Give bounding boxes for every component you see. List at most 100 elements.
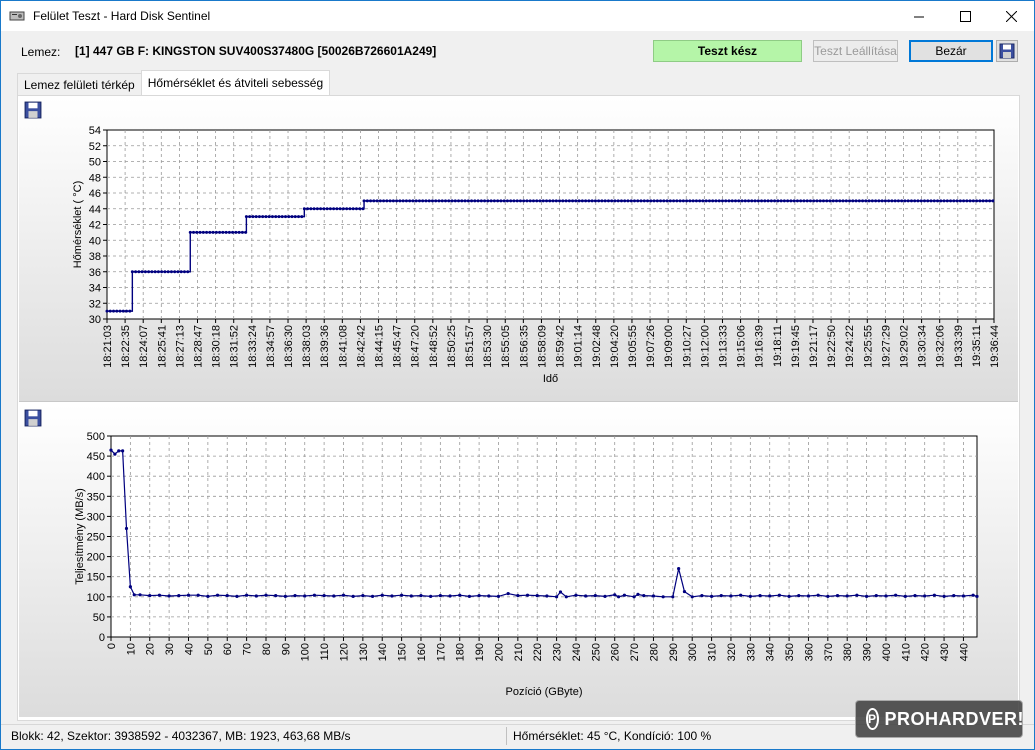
temperature-point: [118, 309, 122, 313]
close-dialog-button[interactable]: Bezár: [909, 40, 993, 62]
temperature-point: [782, 199, 786, 203]
performance-point: [128, 585, 132, 589]
temperature-point: [701, 199, 705, 203]
temperature-point: [473, 199, 477, 203]
temperature-point: [841, 199, 845, 203]
temperature-point: [492, 199, 496, 203]
performance-point: [806, 594, 811, 598]
performance-point: [419, 593, 423, 598]
temperature-point: [675, 199, 679, 203]
close-button[interactable]: [988, 1, 1034, 31]
temperature-point: [838, 199, 842, 203]
temperature-point: [499, 199, 503, 203]
temperature-point: [678, 199, 682, 203]
temperature-point: [558, 199, 562, 203]
temperature-point: [629, 199, 633, 203]
performance-point: [303, 594, 307, 598]
temperature-point: [737, 199, 741, 203]
temperature-point: [130, 270, 134, 274]
temperature-point: [662, 199, 666, 203]
performance-point: [109, 448, 113, 452]
temperature-point: [939, 199, 943, 203]
maximize-button[interactable]: [942, 1, 988, 31]
temperature-point: [623, 199, 627, 203]
temperature-point: [309, 207, 313, 211]
x-tick-label: 400: [881, 643, 893, 661]
x-tick-label: 18:30:18: [211, 325, 223, 368]
temperature-point: [747, 199, 751, 203]
x-tick-label: 10: [125, 643, 137, 655]
status-temp-condition: Hőmérséklet: 45 °C, Kondíció: 100 %: [513, 729, 712, 743]
performance-point: [758, 593, 762, 598]
temperature-point: [169, 270, 173, 274]
performance-point: [535, 593, 539, 598]
temperature-point: [227, 230, 231, 234]
performance-point: [797, 593, 801, 598]
temperature-point: [919, 199, 923, 203]
performance-point: [913, 593, 917, 598]
y-tick-label: 32: [89, 298, 101, 310]
temperature-point: [707, 199, 711, 203]
temperature-point: [515, 199, 519, 203]
performance-point: [254, 594, 258, 598]
temperature-point: [593, 199, 597, 203]
x-tick-label: 18:56:35: [518, 325, 530, 368]
temperature-point: [877, 199, 881, 203]
temperature-chart: 30 32 34 36 38 40 42 44 46 48 50 52 54 18:21:03 18:22:…: [72, 125, 1001, 385]
temperature-point: [137, 270, 141, 274]
save-button[interactable]: [996, 40, 1018, 62]
watermark-text: PROHARDVER!: [884, 708, 1025, 729]
y-tick-label: 40: [89, 235, 101, 247]
minimize-icon: [913, 16, 924, 17]
temperature-point: [421, 199, 425, 203]
minimize-button[interactable]: [896, 1, 942, 31]
temperature-point: [848, 199, 852, 203]
temperature-point: [965, 199, 969, 203]
temperature-point: [795, 199, 799, 203]
temperature-point: [417, 199, 421, 203]
x-tick-label: 20: [145, 643, 157, 655]
temperature-point: [108, 309, 112, 313]
temperature-point: [293, 215, 297, 219]
x-tick-label: 0: [106, 643, 118, 649]
stop-test-button[interactable]: Teszt Leállítása: [813, 40, 898, 62]
temperature-point: [470, 199, 474, 203]
temperature-point: [734, 199, 738, 203]
temperature-point: [655, 199, 659, 203]
performance-point: [293, 593, 297, 598]
maximize-icon: [959, 10, 971, 22]
y-tick-label: 46: [89, 188, 101, 200]
performance-point: [264, 593, 268, 597]
hdd-app-icon: [9, 11, 25, 21]
temperature-point: [447, 199, 451, 203]
performance-point: [117, 449, 121, 453]
temperature-point: [574, 199, 578, 203]
performance-point: [677, 567, 681, 571]
temperature-point: [665, 199, 669, 203]
performance-point: [370, 594, 375, 598]
temperature-point: [978, 199, 982, 203]
x-tick-label: 19:25:55: [862, 325, 874, 368]
x-tick-label: 18:21:03: [102, 325, 114, 368]
y-tick-label: 400: [87, 471, 105, 483]
temperature-point: [440, 199, 444, 203]
x-tick-label: 19:01:14: [573, 325, 585, 368]
performance-point: [477, 593, 481, 598]
temperature-point: [619, 199, 623, 203]
temperature-point: [483, 199, 487, 203]
temperature-point: [808, 199, 812, 203]
temperature-point: [264, 215, 268, 219]
title-bar[interactable]: Felület Teszt - Hard Disk Sentinel: [1, 1, 1034, 31]
performance-point: [971, 593, 975, 597]
x-tick-label: 19:07:26: [645, 325, 657, 368]
tab-surface-map[interactable]: Lemez felületi térkép: [17, 73, 142, 95]
x-tick-label: 18:31:52: [229, 325, 241, 368]
x-tick-label: 440: [958, 643, 970, 661]
x-tick-label: 19:02:48: [591, 325, 603, 368]
temperature-point: [769, 199, 773, 203]
temperature-point: [267, 215, 271, 219]
tab-temperature-speed[interactable]: Hőmérséklet és átviteli sebesség: [140, 70, 331, 95]
x-tick-label: 18:53:30: [482, 325, 494, 368]
y-tick-label: 38: [89, 251, 101, 263]
temperature-point: [160, 270, 164, 274]
